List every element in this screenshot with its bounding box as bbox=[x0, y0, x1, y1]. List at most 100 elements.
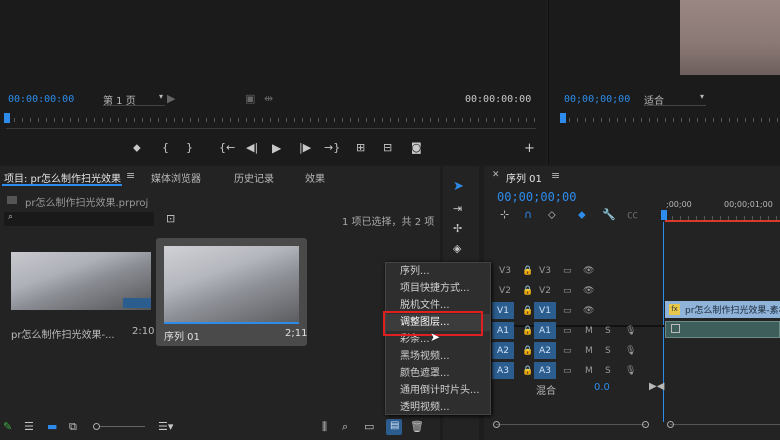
mark-in-icon[interactable]: { bbox=[162, 141, 169, 155]
timeline-playhead-handle[interactable] bbox=[661, 210, 667, 220]
lock-icon[interactable]: 🔒 bbox=[522, 262, 533, 281]
v1-clip[interactable]: fx pr怎么制作扫光效果-素材 bbox=[665, 301, 780, 318]
play-icon[interactable]: ▶ bbox=[272, 141, 281, 155]
go-to-end-icon[interactable]: ▶◀ bbox=[649, 381, 664, 392]
export-frame-icon[interactable]: ▣ bbox=[245, 92, 255, 106]
automate-icon[interactable]: ⫼ bbox=[322, 420, 327, 434]
a1-clip[interactable] bbox=[665, 321, 780, 338]
timeline-scrollbar[interactable] bbox=[493, 421, 649, 430]
close-icon[interactable]: ✕ bbox=[492, 170, 500, 180]
tab-project[interactable]: 项目: pr怎么制作扫光效果 bbox=[4, 170, 121, 185]
track-source-label[interactable]: A2 bbox=[492, 342, 514, 359]
microphone-icon[interactable]: 🎙 bbox=[625, 342, 636, 361]
track-target-label[interactable]: V3 bbox=[534, 262, 556, 279]
program-timecode[interactable]: 00;00;00;00 bbox=[564, 94, 630, 105]
program-playhead[interactable] bbox=[560, 113, 566, 123]
go-to-out-icon[interactable]: →} bbox=[324, 141, 340, 155]
menu-icon[interactable]: ≡ bbox=[551, 169, 560, 182]
track-target-label[interactable]: A2 bbox=[534, 342, 556, 359]
eye-icon[interactable]: 👁 bbox=[583, 282, 594, 301]
source-ruler[interactable] bbox=[6, 112, 536, 124]
track-source-label[interactable]: V2 bbox=[498, 282, 512, 299]
tab-media-browser[interactable]: 媒体浏览器 bbox=[151, 170, 201, 185]
mute-button[interactable]: M bbox=[585, 362, 593, 381]
fit-select[interactable]: 适合 ▾ bbox=[644, 92, 706, 107]
nest-icon[interactable]: ⊹ bbox=[500, 208, 509, 222]
microphone-icon[interactable]: 🎙 bbox=[625, 362, 636, 381]
mute-button[interactable]: M bbox=[585, 322, 593, 341]
sort-icon[interactable]: ☰▾ bbox=[158, 420, 173, 434]
eye-icon[interactable]: 👁 bbox=[583, 262, 594, 281]
snap-icon[interactable]: ∩ bbox=[524, 208, 532, 222]
program-ruler[interactable] bbox=[561, 112, 780, 124]
linked-selection-icon[interactable]: ⬦ bbox=[548, 208, 556, 222]
mute-button[interactable]: M bbox=[585, 342, 593, 361]
track-target-label[interactable]: A3 bbox=[534, 362, 556, 379]
tab-sequence[interactable]: 序列 01 bbox=[506, 170, 542, 185]
microphone-icon[interactable]: 🎙 bbox=[625, 322, 636, 341]
lock-icon[interactable]: 🔒 bbox=[522, 322, 533, 341]
solo-button[interactable]: S bbox=[605, 342, 611, 361]
menu-item-transparent-video[interactable]: 透明视频... bbox=[386, 399, 490, 416]
film-icon[interactable]: ▭ bbox=[563, 282, 572, 301]
fx-icon[interactable]: ▭ bbox=[563, 362, 572, 381]
search-icon[interactable]: ⌕ bbox=[342, 420, 348, 434]
trash-icon[interactable]: 🗑 bbox=[410, 420, 424, 434]
track-source-label[interactable]: V3 bbox=[498, 262, 512, 279]
go-to-in-icon[interactable]: {← bbox=[219, 141, 235, 155]
scroll-knob[interactable] bbox=[667, 421, 674, 428]
scroll-knob-right[interactable] bbox=[642, 421, 649, 428]
scroll-knob-left[interactable] bbox=[493, 421, 500, 428]
menu-item-project-shortcut[interactable]: 项目快捷方式... bbox=[386, 280, 490, 297]
list-view-icon[interactable]: ☰ bbox=[24, 420, 34, 434]
zoom-slider-knob[interactable] bbox=[93, 423, 100, 430]
solo-button[interactable]: S bbox=[605, 362, 611, 381]
menu-icon[interactable]: ≡ bbox=[126, 169, 135, 182]
menu-item-black-video[interactable]: 黑场视频... bbox=[386, 348, 490, 365]
track-source-label[interactable]: A1 bbox=[492, 322, 514, 339]
new-bin-from-search-icon[interactable]: ⊡ bbox=[166, 212, 175, 226]
mix-value[interactable]: 0.0 bbox=[594, 382, 610, 393]
source-playhead[interactable] bbox=[4, 113, 10, 123]
timeline-scrollbar-right[interactable] bbox=[667, 421, 780, 430]
tab-history[interactable]: 历史记录 bbox=[234, 170, 274, 185]
pencil-icon[interactable]: ✎ bbox=[3, 420, 12, 434]
lock-icon[interactable]: 🔒 bbox=[522, 362, 533, 381]
project-item-sequence[interactable]: 序列 01 2;11 bbox=[156, 238, 307, 346]
menu-item-countdown-leader[interactable]: 通用倒计时片头... bbox=[386, 382, 490, 399]
lock-icon[interactable]: 🔒 bbox=[522, 302, 533, 321]
timeline-timecode[interactable]: 00;00;00;00 bbox=[497, 190, 576, 204]
overwrite-icon[interactable]: ⊟ bbox=[383, 141, 392, 155]
step-back-icon[interactable]: ◀| bbox=[246, 141, 258, 155]
new-bin-icon[interactable]: ▭ bbox=[364, 420, 374, 434]
search-input[interactable]: ⌕ bbox=[4, 212, 154, 226]
track-target-label[interactable]: A1 bbox=[534, 322, 556, 339]
film-icon[interactable]: ▭ bbox=[563, 262, 572, 281]
play-small-icon[interactable]: ▶ bbox=[167, 92, 175, 106]
track-target-label[interactable]: V1 bbox=[534, 302, 556, 319]
track-source-label[interactable]: V1 bbox=[492, 302, 514, 319]
new-item-button[interactable]: ▤ bbox=[386, 419, 402, 435]
mark-out-icon[interactable]: } bbox=[186, 141, 193, 155]
razor-tool-icon[interactable]: ◈ bbox=[453, 242, 461, 256]
camera-icon[interactable]: ◙ bbox=[411, 141, 422, 155]
settings-icon[interactable]: ⇹ bbox=[264, 92, 273, 106]
wrench-icon[interactable]: 🔧 bbox=[602, 208, 616, 222]
selection-tool-icon[interactable]: ➤ bbox=[453, 180, 464, 194]
icon-view-icon[interactable]: ▬ bbox=[47, 420, 57, 434]
lock-icon[interactable]: 🔒 bbox=[522, 342, 533, 361]
captions-icon[interactable]: ㏄ bbox=[627, 208, 638, 222]
project-item-clip[interactable]: pr怎么制作扫光效果-... 2:10 bbox=[5, 240, 154, 344]
add-marker-icon[interactable]: ⬥ bbox=[578, 208, 586, 222]
lock-icon[interactable]: 🔒 bbox=[522, 282, 533, 301]
insert-icon[interactable]: ⊞ bbox=[356, 141, 365, 155]
fx-icon[interactable]: ▭ bbox=[563, 342, 572, 361]
film-icon[interactable]: ▭ bbox=[563, 302, 572, 321]
eye-icon[interactable]: 👁 bbox=[583, 302, 594, 321]
track-source-label[interactable]: A3 bbox=[492, 362, 514, 379]
source-timecode[interactable]: 00:00:00:00 bbox=[8, 94, 74, 105]
freeform-view-icon[interactable]: ⧉ bbox=[69, 420, 77, 434]
marker-icon[interactable]: ⬥ bbox=[133, 141, 141, 155]
ripple-edit-tool-icon[interactable]: ✢ bbox=[453, 222, 462, 236]
tab-effects[interactable]: 效果 bbox=[305, 170, 325, 185]
